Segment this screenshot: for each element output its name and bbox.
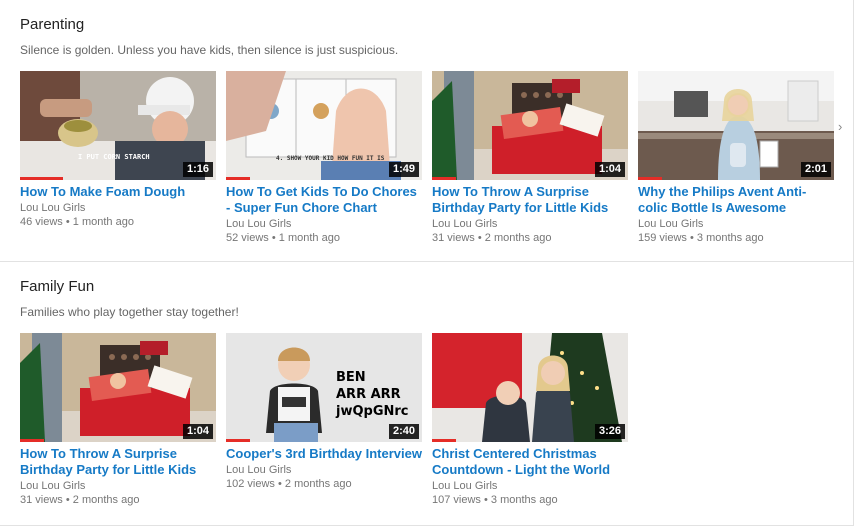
video-card[interactable]: BEN ARR ARR jwQpGNrc 2:40 Cooper's 3rd B…	[226, 333, 422, 491]
video-thumbnail[interactable]: I PUT CORN STARCH 1:16	[20, 71, 216, 180]
video-title-link[interactable]: Cooper's 3rd Birthday Interview	[226, 446, 422, 462]
video-thumbnail[interactable]: 4. SHOW YOUR KID HOW FUN IT IS 1:49	[226, 71, 422, 180]
watch-progress-bar	[432, 177, 456, 180]
video-thumbnail[interactable]: 3:26	[432, 333, 628, 442]
channel-name[interactable]: Lou Lou Girls	[638, 217, 834, 231]
meta-separator: •	[483, 494, 488, 506]
shelf-parenting: Parenting Silence is golden. Unless you …	[0, 0, 853, 262]
upload-age: 2 months ago	[484, 232, 552, 244]
thumbnail-caption: BEN ARR ARR jwQpGNrc	[336, 370, 409, 419]
view-count: 31 views	[432, 232, 475, 244]
thumbnail-caption: I PUT CORN STARCH	[78, 153, 150, 161]
video-meta: 102 views • 2 months ago	[226, 477, 422, 491]
video-title-link[interactable]: Christ Centered Christmas Countdown - Li…	[432, 446, 628, 478]
video-card[interactable]: I PUT CORN STARCH 1:16 How To Make Foam …	[20, 71, 216, 229]
duration-badge: 1:49	[388, 162, 419, 177]
view-count: 102 views	[226, 478, 275, 490]
view-count: 31 views	[20, 494, 63, 506]
meta-separator: •	[689, 232, 694, 244]
chevron-right-icon[interactable]: ›	[838, 120, 848, 134]
shelf-description: Silence is golden. Unless you have kids,…	[20, 43, 399, 57]
video-thumbnail[interactable]: 2:01	[638, 71, 834, 180]
video-title-link[interactable]: How To Throw A Surprise Birthday Party f…	[20, 446, 216, 478]
duration-badge: 3:26	[594, 424, 625, 439]
duration-badge: 1:04	[182, 424, 213, 439]
shelf-family-fun: Family Fun Families who play together st…	[0, 262, 853, 524]
watch-progress-bar	[432, 439, 456, 442]
view-count: 159 views	[638, 232, 687, 244]
channel-name[interactable]: Lou Lou Girls	[226, 217, 422, 231]
meta-separator: •	[477, 232, 482, 244]
meta-separator: •	[271, 232, 276, 244]
watch-progress-bar	[20, 177, 64, 180]
video-meta: 31 views • 2 months ago	[20, 493, 216, 507]
view-count: 46 views	[20, 216, 63, 228]
duration-badge: 1:16	[182, 162, 213, 177]
duration-badge: 2:01	[800, 162, 831, 177]
meta-separator: •	[65, 216, 70, 228]
video-card[interactable]: 4. SHOW YOUR KID HOW FUN IT IS 1:49 How …	[226, 71, 422, 245]
channel-name[interactable]: Lou Lou Girls	[20, 479, 216, 493]
upload-age: 2 months ago	[284, 478, 352, 490]
video-meta: 52 views • 1 month ago	[226, 231, 422, 245]
video-meta: 31 views • 2 months ago	[432, 231, 628, 245]
channel-name[interactable]: Lou Lou Girls	[20, 201, 216, 215]
duration-badge: 2:40	[388, 424, 419, 439]
video-card[interactable]: 2:01 Why the Philips Avent Anti-colic Bo…	[638, 71, 834, 245]
view-count: 52 views	[226, 232, 269, 244]
upload-age: 3 months ago	[696, 232, 764, 244]
video-title-link[interactable]: How To Throw A Surprise Birthday Party f…	[432, 184, 628, 216]
video-thumbnail[interactable]: 1:04	[432, 71, 628, 180]
upload-age: 3 months ago	[490, 494, 558, 506]
video-meta: 159 views • 3 months ago	[638, 231, 834, 245]
video-card[interactable]: 1:04 How To Throw A Surprise Birthday Pa…	[20, 333, 216, 507]
video-meta: 46 views • 1 month ago	[20, 215, 216, 229]
video-thumbnail[interactable]: 1:04	[20, 333, 216, 442]
video-card[interactable]: 3:26 Christ Centered Christmas Countdown…	[432, 333, 628, 507]
video-thumbnail[interactable]: BEN ARR ARR jwQpGNrc 2:40	[226, 333, 422, 442]
shelf-description: Families who play together stay together…	[20, 305, 239, 319]
video-card[interactable]: 1:04 How To Throw A Surprise Birthday Pa…	[432, 71, 628, 245]
upload-age: 1 month ago	[278, 232, 340, 244]
watch-progress-bar	[638, 177, 662, 180]
watch-progress-bar	[20, 439, 44, 442]
channel-shelves: Parenting Silence is golden. Unless you …	[0, 0, 854, 526]
channel-name[interactable]: Lou Lou Girls	[432, 479, 628, 493]
shelf-title[interactable]: Family Fun	[20, 278, 94, 295]
video-title-link[interactable]: Why the Philips Avent Anti-colic Bottle …	[638, 184, 834, 216]
meta-separator: •	[65, 494, 70, 506]
video-title-link[interactable]: How To Get Kids To Do Chores - Super Fun…	[226, 184, 422, 216]
video-title-link[interactable]: How To Make Foam Dough	[20, 184, 216, 200]
thumbnail-caption: 4. SHOW YOUR KID HOW FUN IT IS	[276, 155, 385, 162]
video-meta: 107 views • 3 months ago	[432, 493, 628, 507]
view-count: 107 views	[432, 494, 481, 506]
channel-name[interactable]: Lou Lou Girls	[226, 463, 422, 477]
shelf-title[interactable]: Parenting	[20, 16, 84, 33]
watch-progress-bar	[226, 177, 250, 180]
channel-name[interactable]: Lou Lou Girls	[432, 217, 628, 231]
watch-progress-bar	[226, 439, 250, 442]
duration-badge: 1:04	[594, 162, 625, 177]
meta-separator: •	[277, 478, 282, 490]
upload-age: 1 month ago	[72, 216, 134, 228]
upload-age: 2 months ago	[72, 494, 140, 506]
